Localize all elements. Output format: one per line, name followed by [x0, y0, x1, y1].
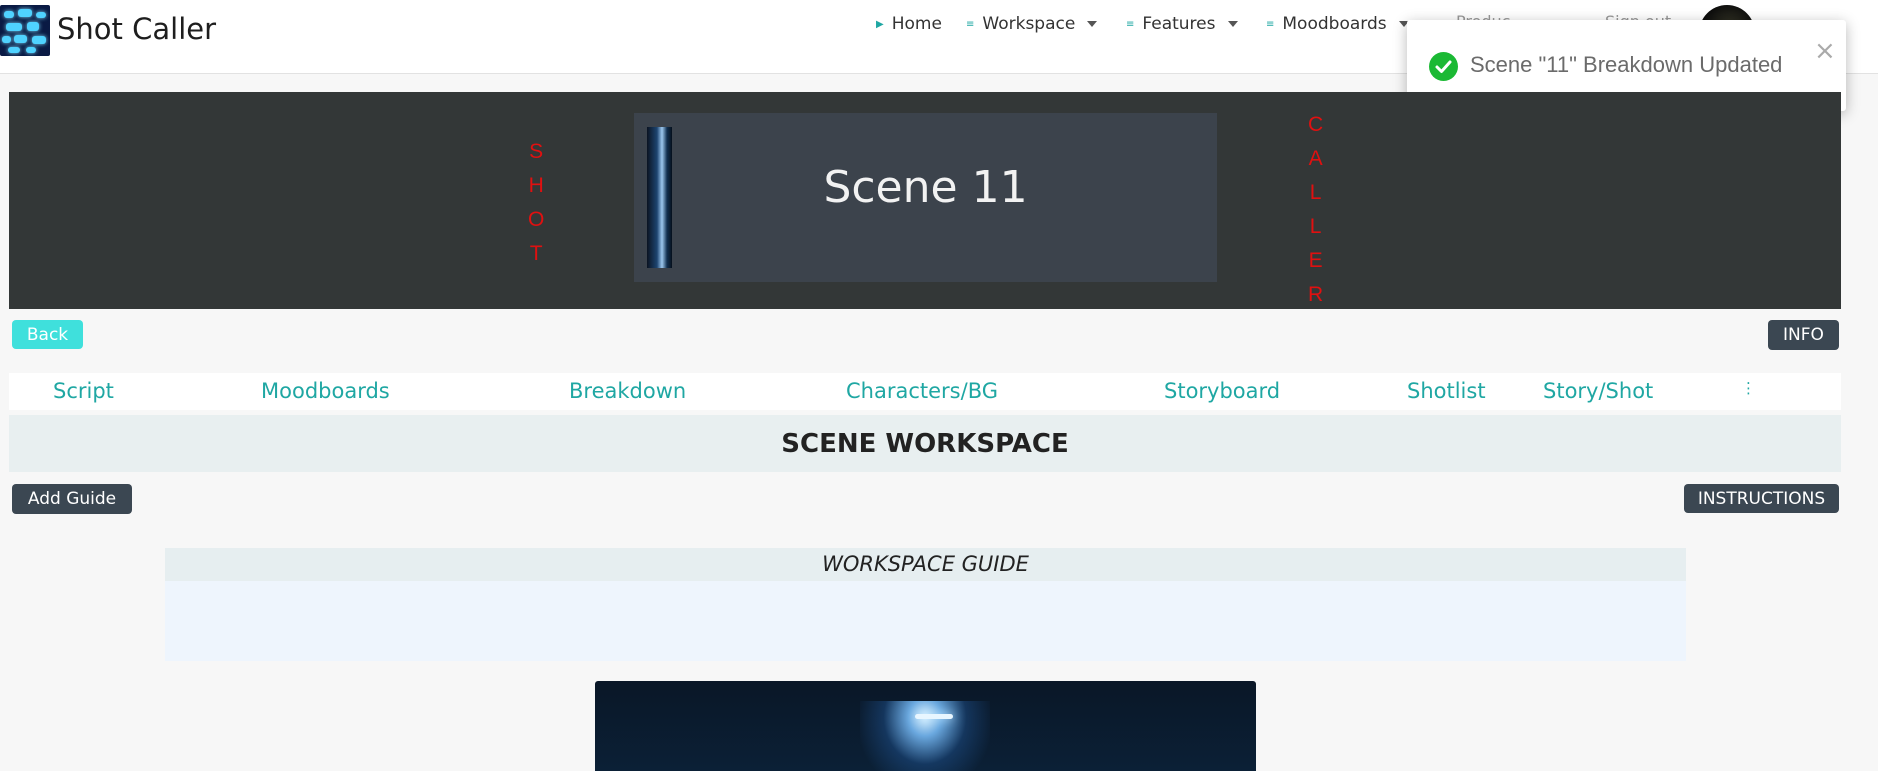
workspace-guide-body	[165, 581, 1686, 661]
tab-moodboards[interactable]: Moodboards	[261, 379, 390, 403]
nav-features-dropdown[interactable]: ≡ Features	[1126, 14, 1238, 34]
tab-characters-bg[interactable]: Characters/BG	[846, 379, 998, 403]
list-icon: ≡	[966, 18, 975, 30]
workspace-header: SCENE WORKSPACE	[9, 415, 1841, 472]
nav-moodboards-dropdown[interactable]: ≡ Moodboards	[1266, 14, 1409, 34]
tab-story-shot[interactable]: Story/Shot	[1543, 379, 1653, 403]
banner-letter: C	[1308, 113, 1324, 136]
toast-message: Scene "11" Breakdown Updated	[1470, 52, 1783, 77]
nav-workspace-label: Workspace	[982, 14, 1076, 34]
add-guide-button[interactable]: Add Guide	[12, 484, 132, 514]
tab-storyboard[interactable]: Storyboard	[1164, 379, 1280, 403]
app-title[interactable]: Shot Caller	[57, 12, 216, 46]
banner-letter: S	[529, 140, 544, 163]
nav-home[interactable]: ▶ Home	[876, 14, 942, 34]
more-options-icon[interactable]: ⋮	[1741, 379, 1756, 397]
workspace-title: SCENE WORKSPACE	[781, 429, 1069, 459]
tab-shotlist[interactable]: Shotlist	[1407, 379, 1486, 403]
banner-letter: H	[528, 174, 544, 197]
banner-letter: L	[1309, 181, 1322, 204]
tab-script[interactable]: Script	[53, 379, 114, 403]
check-circle-icon	[1429, 52, 1458, 81]
scene-banner: SHOT Scene 11 CALLER	[9, 92, 1841, 309]
nav-moodboards-label: Moodboards	[1282, 14, 1387, 34]
workspace-guide-header: WORKSPACE GUIDE	[165, 548, 1686, 581]
nav-home-label: Home	[891, 14, 942, 34]
banner-letter: E	[1308, 249, 1323, 272]
list-icon: ≡	[1266, 18, 1275, 30]
banner-letter: R	[1308, 283, 1324, 306]
back-button[interactable]: Back	[12, 320, 83, 349]
banner-letter: T	[529, 242, 543, 265]
caret-down-icon	[1227, 21, 1238, 27]
banner-word-shot: SHOT	[528, 135, 544, 271]
caret-down-icon	[1087, 21, 1098, 27]
scene-title: Scene 11	[823, 162, 1028, 213]
nav-workspace-dropdown[interactable]: ≡ Workspace	[966, 14, 1098, 34]
instructions-button[interactable]: INSTRUCTIONS	[1684, 484, 1839, 513]
scene-tabs: Script Moodboards Breakdown Characters/B…	[9, 373, 1841, 410]
scene-card: Scene 11	[634, 113, 1217, 282]
preview-lamp	[915, 714, 953, 719]
tab-breakdown[interactable]: Breakdown	[569, 379, 686, 403]
scene-preview-image[interactable]	[595, 681, 1256, 771]
banner-letter: L	[1309, 215, 1322, 238]
banner-letter: O	[528, 208, 545, 231]
list-icon: ≡	[1126, 18, 1135, 30]
close-icon[interactable]: ×	[1814, 38, 1836, 64]
banner-letter: A	[1308, 147, 1323, 170]
info-button[interactable]: INFO	[1768, 320, 1839, 350]
app-logo[interactable]	[0, 5, 50, 56]
preview-light-glow	[860, 701, 990, 771]
workspace-guide-title: WORKSPACE GUIDE	[822, 552, 1029, 576]
banner-word-caller: CALLER	[1308, 108, 1323, 312]
nav-features-label: Features	[1142, 14, 1216, 34]
play-icon: ▶	[876, 18, 884, 30]
